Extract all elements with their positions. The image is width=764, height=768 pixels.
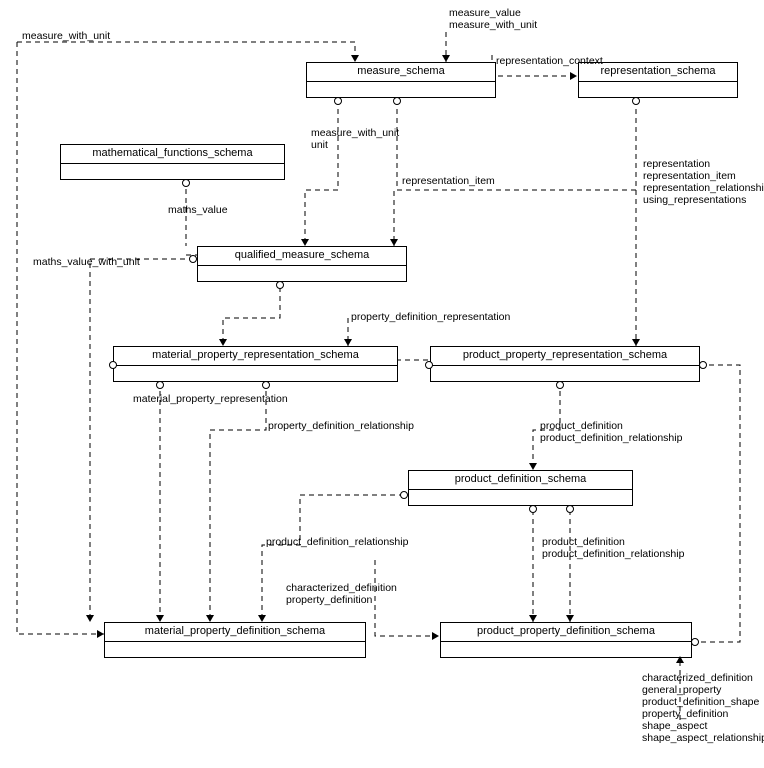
ref-circle xyxy=(632,97,640,105)
node-title: measure_schema xyxy=(307,65,495,80)
node-title: qualified_measure_schema xyxy=(198,249,406,264)
node-measure-schema: measure_schema xyxy=(306,62,496,98)
node-qualified-measure-schema: qualified_measure_schema xyxy=(197,246,407,282)
ref-circle xyxy=(400,491,408,499)
node-title: product_property_representation_schema xyxy=(431,349,699,364)
node-title: material_property_definition_schema xyxy=(105,625,365,640)
edge-label: maths_value_with_unit xyxy=(33,256,140,268)
arrow-icon xyxy=(86,615,94,622)
node-product-definition-schema: product_definition_schema xyxy=(408,470,633,506)
ref-circle xyxy=(691,638,699,646)
arrow-icon xyxy=(442,55,450,62)
node-title: material_property_representation_schema xyxy=(114,349,397,364)
node-title: product_property_definition_schema xyxy=(441,625,691,640)
ref-circle xyxy=(182,179,190,187)
arrow-icon xyxy=(390,239,398,246)
edge-label: characterized_definitiongeneral_property… xyxy=(642,672,764,744)
ref-circle xyxy=(699,361,707,369)
node-material-property-representation-schema: material_property_representation_schema xyxy=(113,346,398,382)
node-product-property-definition-schema: product_property_definition_schema xyxy=(440,622,692,658)
arrow-icon xyxy=(566,615,574,622)
node-mathematical-functions-schema: mathematical_functions_schema xyxy=(60,144,285,180)
ref-circle xyxy=(276,281,284,289)
ref-circle xyxy=(556,381,564,389)
edge-label: property_definition_relationship xyxy=(268,420,414,432)
diagram-canvas: measure_schema representation_schema mat… xyxy=(0,0,764,768)
node-material-property-definition-schema: material_property_definition_schema xyxy=(104,622,366,658)
ref-circle xyxy=(156,381,164,389)
ref-circle xyxy=(566,505,574,513)
arrow-icon xyxy=(432,632,439,640)
edge-label: product_definitionproduct_definition_rel… xyxy=(540,420,682,444)
ref-circle xyxy=(425,361,433,369)
arrow-icon xyxy=(529,463,537,470)
node-title: product_definition_schema xyxy=(409,473,632,488)
edge-label: product_definition_relationship xyxy=(266,536,408,548)
arrow-icon xyxy=(344,339,352,346)
arrow-icon xyxy=(529,615,537,622)
ref-circle xyxy=(334,97,342,105)
edge-label: measure_with_unit xyxy=(22,30,110,42)
arrow-icon xyxy=(632,339,640,346)
ref-circle xyxy=(393,97,401,105)
edge-label: characterized_definitionproperty_definit… xyxy=(286,582,397,606)
arrow-icon xyxy=(676,656,684,663)
ref-circle xyxy=(109,361,117,369)
edge-label: product_definitionproduct_definition_rel… xyxy=(542,536,684,560)
edge-label: property_definition_representation xyxy=(351,311,510,323)
arrow-icon xyxy=(301,239,309,246)
edge-label: material_property_representation xyxy=(133,393,288,405)
edge-label: maths_value xyxy=(168,204,228,216)
node-title: mathematical_functions_schema xyxy=(61,147,284,162)
node-representation-schema: representation_schema xyxy=(578,62,738,98)
node-title: representation_schema xyxy=(579,65,737,80)
edge-label: measure_with_unitunit xyxy=(311,127,399,151)
ref-circle xyxy=(529,505,537,513)
ref-circle xyxy=(189,255,197,263)
arrow-icon xyxy=(219,339,227,346)
edge-label: representation_context xyxy=(496,55,603,67)
arrow-icon xyxy=(351,55,359,62)
arrow-icon xyxy=(258,615,266,622)
node-product-property-representation-schema: product_property_representation_schema xyxy=(430,346,700,382)
arrow-icon xyxy=(156,615,164,622)
arrow-icon xyxy=(570,72,577,80)
arrow-icon xyxy=(206,615,214,622)
ref-circle xyxy=(262,381,270,389)
edge-label: representationrepresentation_itemreprese… xyxy=(643,158,764,206)
edge-label: measure_valuemeasure_with_unit xyxy=(449,7,537,31)
arrow-icon xyxy=(97,630,104,638)
edge-label: representation_item xyxy=(402,175,495,187)
